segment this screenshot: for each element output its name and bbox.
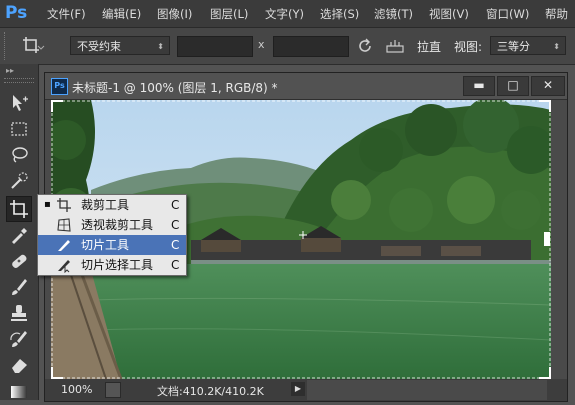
- chevron-down-icon: ⬍: [553, 42, 560, 51]
- triangle-right-icon: ▶: [294, 384, 302, 393]
- flyout-item-shortcut: C: [171, 218, 180, 232]
- chevron-down-icon: ⬍: [157, 42, 164, 51]
- straighten-label[interactable]: 拉直: [417, 38, 441, 55]
- minimize-icon: ▬: [473, 78, 485, 92]
- maximize-icon: □: [507, 78, 519, 92]
- swap-button[interactable]: [356, 37, 374, 55]
- menu-image[interactable]: 图像(I): [157, 6, 192, 22]
- active-bullet-icon: ▪: [44, 199, 51, 210]
- document-titlebar[interactable]: Ps 未标题-1 @ 100% (图层 1, RGB/8) * ▬ □ ✕: [45, 73, 567, 100]
- view-label: 视图:: [454, 40, 483, 54]
- gradient-tool[interactable]: [8, 380, 30, 402]
- menu-select[interactable]: 选择(S): [320, 6, 359, 22]
- close-icon: ✕: [542, 78, 554, 92]
- menu-filter[interactable]: 滤镜(T): [374, 6, 413, 22]
- marquee-tool[interactable]: [8, 118, 30, 140]
- slice-icon: [58, 240, 70, 251]
- menu-type[interactable]: 文字(Y): [265, 6, 304, 22]
- ratio-combo[interactable]: 不受约束 ⬍: [70, 36, 170, 55]
- ps-document-icon: Ps: [51, 78, 68, 95]
- menu-edit[interactable]: 编辑(E): [102, 6, 141, 22]
- horizontal-scrollbar[interactable]: [307, 379, 547, 400]
- collapse-panel-icon[interactable]: ▸▸: [6, 66, 14, 75]
- tools-panel: ▸▸: [0, 64, 39, 400]
- status-bar: 100% 文档:410.2K/410.2K ▶: [45, 379, 567, 401]
- lasso-tool[interactable]: [8, 144, 30, 166]
- tool-preset-picker[interactable]: [20, 34, 46, 58]
- height-field[interactable]: [273, 36, 349, 57]
- dimension-separator: x: [258, 38, 265, 51]
- healing-brush-tool[interactable]: [8, 250, 30, 272]
- flyout-item-shortcut: C: [171, 238, 180, 252]
- crop-icon: [10, 200, 28, 218]
- flyout-item-shortcut: C: [171, 198, 180, 212]
- flyout-item-crop[interactable]: ▪ 裁剪工具 C: [38, 195, 186, 215]
- crop-icon: [23, 37, 45, 53]
- brush-icon: [12, 279, 27, 295]
- rotate-swap-icon: [359, 38, 371, 52]
- lasso-icon: [12, 147, 28, 163]
- crop-tools-flyout: ▪ 裁剪工具 C 透视裁剪工具 C 切片工具 C 切片选择工具 C: [37, 194, 187, 276]
- zoom-level[interactable]: 100%: [61, 383, 92, 396]
- ratio-combo-value: 不受约束: [77, 40, 121, 53]
- perspective-crop-icon: [57, 218, 71, 232]
- move-icon: [13, 95, 28, 111]
- eraser-icon: [12, 359, 27, 373]
- photoshop-logo: Ps: [5, 3, 28, 23]
- overlay-view-combo[interactable]: 三等分 ⬍: [490, 36, 566, 55]
- slice-select-icon: [58, 260, 70, 273]
- tools-grip[interactable]: [4, 78, 34, 83]
- minimize-button[interactable]: ▬: [463, 76, 495, 96]
- menu-help[interactable]: 帮助: [545, 6, 568, 22]
- flyout-item-shortcut: C: [171, 258, 180, 272]
- flyout-item-label: 切片选择工具: [81, 258, 154, 272]
- flyout-item-label: 透视裁剪工具: [81, 218, 154, 232]
- flyout-item-slice-select[interactable]: 切片选择工具 C: [38, 255, 186, 275]
- menu-window[interactable]: 窗口(W): [486, 6, 529, 22]
- brush-tool[interactable]: [8, 276, 30, 298]
- document-title: 未标题-1 @ 100% (图层 1, RGB/8) *: [72, 81, 278, 95]
- eraser-tool[interactable]: [8, 354, 30, 376]
- eyedropper-icon: [12, 228, 27, 244]
- straighten-icon[interactable]: [385, 38, 407, 54]
- menu-view[interactable]: 视图(V): [429, 6, 469, 22]
- document-info: 文档:410.2K/410.2K: [157, 385, 264, 398]
- flyout-item-slice[interactable]: 切片工具 C: [38, 235, 186, 255]
- flyout-item-perspective-crop[interactable]: 透视裁剪工具 C: [38, 215, 186, 235]
- rect-marquee-icon: [11, 122, 27, 136]
- stamp-icon: [11, 305, 27, 321]
- eyedropper-tool[interactable]: [8, 224, 30, 246]
- options-bar: 不受约束 ⬍ x 拉直 视图: 三等分 ⬍: [0, 28, 575, 65]
- crop-tool[interactable]: [6, 196, 32, 222]
- menu-layer[interactable]: 图层(L): [210, 6, 248, 22]
- width-field[interactable]: [177, 36, 253, 57]
- move-tool[interactable]: [8, 92, 30, 114]
- flyout-item-label: 切片工具: [81, 238, 130, 252]
- menu-file[interactable]: 文件(F): [47, 6, 86, 22]
- maximize-button[interactable]: □: [497, 76, 529, 96]
- export-icon[interactable]: [105, 382, 121, 398]
- close-button[interactable]: ✕: [531, 76, 565, 96]
- bandage-icon: [12, 254, 27, 268]
- flyout-item-label: 裁剪工具: [81, 198, 130, 212]
- gradient-icon: [11, 386, 27, 398]
- history-brush-icon: [10, 331, 27, 347]
- quick-selection-icon: [11, 172, 28, 189]
- clone-stamp-tool[interactable]: [8, 302, 30, 324]
- menu-bar: Ps 文件(F) 编辑(E) 图像(I) 图层(L) 文字(Y) 选择(S) 滤…: [0, 0, 575, 28]
- quick-selection-tool[interactable]: [8, 170, 30, 192]
- view-combo-value: 三等分: [497, 40, 530, 53]
- history-brush-tool[interactable]: [8, 328, 30, 350]
- options-grip[interactable]: [4, 32, 9, 60]
- crop-icon: [57, 198, 71, 212]
- status-menu-button[interactable]: ▶: [291, 382, 305, 396]
